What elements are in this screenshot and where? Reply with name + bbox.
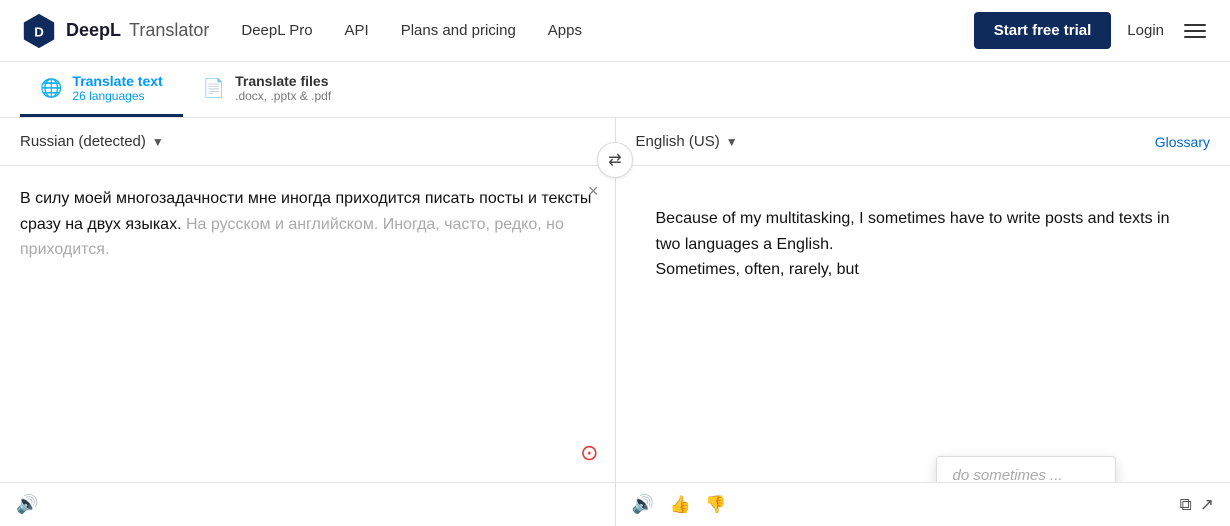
nav-apps[interactable]: Apps bbox=[548, 22, 582, 39]
tab-translate-text-sub: 26 languages bbox=[72, 89, 162, 103]
source-lang-selector[interactable]: Russian (detected) ▼ bbox=[20, 133, 164, 150]
nav-deepl-pro[interactable]: DeepL Pro bbox=[241, 22, 312, 39]
target-lang-selector[interactable]: English (US) ▼ bbox=[636, 133, 738, 150]
target-lang-chevron-icon: ▼ bbox=[726, 135, 738, 149]
target-text-area: Because of my multitasking, I sometimes … bbox=[616, 166, 1230, 482]
main-nav: DeepL Pro API Plans and pricing Apps bbox=[241, 22, 973, 39]
source-speaker-icon[interactable]: 🔊 bbox=[16, 494, 38, 515]
thumbs-up-icon[interactable]: 👍 bbox=[670, 495, 691, 515]
tab-translate-text[interactable]: 🌐 Translate text 26 languages bbox=[20, 62, 183, 117]
source-lang-bar: Russian (detected) ▼ bbox=[0, 118, 615, 166]
clear-source-button[interactable]: × bbox=[588, 182, 599, 200]
globe-icon: 🌐 bbox=[40, 78, 62, 99]
logo-product: Translator bbox=[129, 20, 209, 41]
header-actions: Start free trial Login bbox=[974, 12, 1210, 49]
swap-button-container: ⇄ bbox=[597, 142, 633, 178]
error-icon: ⊙ bbox=[580, 440, 598, 466]
nav-plans-pricing[interactable]: Plans and pricing bbox=[401, 22, 516, 39]
target-text-part3: Sometimes, often, rarely, but bbox=[656, 261, 859, 278]
hamburger-line-1 bbox=[1184, 24, 1206, 26]
source-panel-footer: 🔊 bbox=[0, 482, 615, 526]
tab-translate-files[interactable]: 📄 Translate files .docx, .pptx & .pdf bbox=[183, 62, 351, 117]
target-footer-icons: 👍 👎 bbox=[662, 495, 726, 515]
glossary-button[interactable]: Glossary bbox=[1155, 134, 1210, 150]
tab-translate-files-labels: Translate files .docx, .pptx & .pdf bbox=[235, 73, 331, 103]
target-lang-bar: English (US) ▼ Glossary bbox=[616, 118, 1230, 166]
file-icon: 📄 bbox=[203, 78, 225, 99]
thumbs-down-icon[interactable]: 👎 bbox=[705, 495, 726, 515]
word-suggestion-dropdown[interactable]: do sometimes ... might ... usually ... r… bbox=[936, 456, 1116, 482]
share-translation-icon[interactable]: ↗ bbox=[1200, 495, 1214, 515]
target-text-part1: Because of my multitasking, I sometimes … bbox=[656, 210, 1170, 253]
hamburger-line-2 bbox=[1184, 30, 1206, 32]
svg-text:D: D bbox=[34, 24, 44, 39]
target-text-part2: English. bbox=[776, 236, 833, 253]
nav-api[interactable]: API bbox=[345, 22, 369, 39]
start-free-trial-button[interactable]: Start free trial bbox=[974, 12, 1112, 49]
logo-area[interactable]: D DeepL Translator bbox=[20, 12, 209, 50]
target-lang-label: English (US) bbox=[636, 133, 720, 150]
login-button[interactable]: Login bbox=[1127, 22, 1164, 39]
source-panel: Russian (detected) ▼ В силу моей многоза… bbox=[0, 118, 616, 526]
target-text-content: Because of my multitasking, I sometimes … bbox=[636, 186, 1211, 303]
dropdown-inline-text: do sometimes ... bbox=[937, 457, 1115, 482]
hamburger-line-3 bbox=[1184, 36, 1206, 38]
logo-brand: DeepL bbox=[66, 20, 121, 41]
source-text-content: В силу моей многозадачности мне иногда п… bbox=[20, 186, 595, 263]
tab-translate-files-sub: .docx, .pptx & .pdf bbox=[235, 89, 331, 103]
hamburger-menu-button[interactable] bbox=[1180, 20, 1210, 42]
swap-languages-button[interactable]: ⇄ bbox=[597, 142, 633, 178]
tab-translate-text-main: Translate text bbox=[72, 73, 162, 89]
source-lang-chevron-icon: ▼ bbox=[152, 135, 164, 149]
deepl-logo-icon: D bbox=[20, 12, 58, 50]
copy-translation-icon[interactable]: ⧉ bbox=[1180, 495, 1192, 515]
tab-translate-text-labels: Translate text 26 languages bbox=[72, 73, 162, 103]
target-panel-footer: 🔊 👍 👎 ⧉ ↗ bbox=[616, 482, 1230, 526]
tabs-bar: 🌐 Translate text 26 languages 📄 Translat… bbox=[0, 62, 1230, 118]
header: D DeepL Translator DeepL Pro API Plans a… bbox=[0, 0, 1230, 62]
tab-translate-files-main: Translate files bbox=[235, 73, 331, 89]
source-text-area[interactable]: В силу моей многозадачности мне иногда п… bbox=[0, 166, 615, 482]
target-speaker-icon[interactable]: 🔊 bbox=[632, 494, 654, 515]
target-panel: English (US) ▼ Glossary Because of my mu… bbox=[616, 118, 1230, 526]
source-lang-label: Russian (detected) bbox=[20, 133, 146, 150]
translation-area: Russian (detected) ▼ В силу моей многоза… bbox=[0, 118, 1230, 526]
